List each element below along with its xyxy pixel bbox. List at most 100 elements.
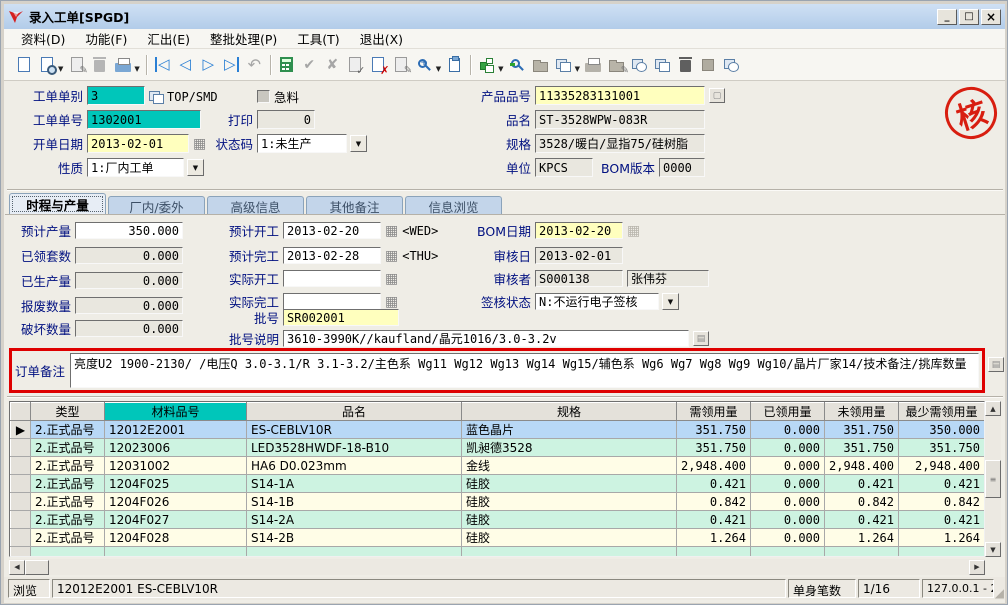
horizontal-scrollbar[interactable]: ◀ ▶ (9, 559, 985, 575)
calculator-icon[interactable] (275, 53, 298, 77)
table-cell[interactable]: 0.000 (751, 493, 825, 511)
planned-qty-input[interactable]: 350.000 (75, 222, 183, 239)
column-header[interactable]: 需领用量 (677, 403, 751, 421)
table-row[interactable] (11, 547, 985, 558)
table-cell[interactable]: 1.264 (825, 529, 899, 547)
lot-desc-zoom-icon[interactable]: ▤ (693, 331, 709, 346)
calendar-icon[interactable]: ▦ (385, 249, 398, 263)
nature-select[interactable]: 1:厂内工单 (87, 158, 184, 177)
row-selector[interactable] (11, 439, 31, 457)
table-cell[interactable]: 351.750 (677, 421, 751, 439)
planned-start-input[interactable]: 2013-02-20 (283, 222, 381, 239)
table-cell[interactable]: 2.正式品号 (31, 529, 105, 547)
table-row[interactable]: ▶2.正式品号12012E2001ES-CEBLV10R蓝色晶片351.7500… (11, 421, 985, 439)
table-cell[interactable]: 硅胶 (462, 511, 677, 529)
table-cell[interactable]: 12031002 (105, 457, 247, 475)
order-no-input[interactable]: 1302001 (87, 110, 201, 129)
paste-search-icon[interactable] (720, 53, 743, 77)
lot-desc-input[interactable]: 3610-3990K//kaufland/晶元1016/3.0-3.2v (283, 330, 689, 347)
table-cell[interactable]: 2.正式品号 (31, 475, 105, 493)
tab-3[interactable]: 其他备注 (306, 196, 403, 215)
table-cell[interactable] (825, 547, 899, 558)
maximize-icon[interactable]: □ (959, 9, 979, 25)
table-cell[interactable]: 蓝色晶片 (462, 421, 677, 439)
table-row[interactable]: 2.正式品号12031002HA6 D0.023mm金线2,948.4000.0… (11, 457, 985, 475)
column-header[interactable]: 类型 (31, 403, 105, 421)
product-no-input[interactable]: 11335283131001 (535, 86, 705, 105)
calendar-icon[interactable]: ▦ (193, 137, 206, 151)
menu-item-3[interactable]: 整批处理(P) (201, 27, 286, 50)
dropdown-caret-icon[interactable]: ▼ (436, 65, 441, 73)
resize-grip[interactable]: ◢ (995, 587, 1004, 599)
chevron-down-icon[interactable]: ▼ (662, 293, 679, 310)
table-row[interactable]: 2.正式品号12023006LED3528HWDF-18-B10凯昶德35283… (11, 439, 985, 457)
table-cell[interactable]: 0.421 (899, 511, 985, 529)
table-cell[interactable]: 金线 (462, 457, 677, 475)
row-selector[interactable] (11, 493, 31, 511)
dropdown-caret-icon[interactable]: ▼ (58, 65, 63, 73)
scroll-right-icon[interactable]: ▶ (969, 560, 985, 575)
order-note-input[interactable]: 亮度U2 1900-2130/ /电压Q 3.0-3.1/R 3.1-3.2/主… (70, 353, 979, 388)
table-cell[interactable]: 硅胶 (462, 475, 677, 493)
print-icon[interactable] (111, 53, 134, 77)
scroll-thumb[interactable]: ≡ (985, 460, 1001, 498)
dropdown-caret-icon[interactable]: ▼ (134, 65, 139, 73)
table-cell[interactable] (247, 547, 462, 558)
dropdown-caret-icon[interactable]: ▼ (498, 65, 503, 73)
table-cell[interactable]: 硅胶 (462, 493, 677, 511)
row-selector[interactable] (11, 547, 31, 558)
bom-date-input[interactable]: 2013-02-20 (535, 222, 623, 239)
table-cell[interactable]: 2.正式品号 (31, 457, 105, 475)
table-cell[interactable]: 351.750 (825, 421, 899, 439)
run-query-icon[interactable] (506, 53, 529, 77)
list-preview-icon[interactable] (552, 53, 575, 77)
table-cell[interactable]: 0.421 (825, 511, 899, 529)
row-selector[interactable] (11, 511, 31, 529)
table-cell[interactable] (751, 547, 825, 558)
first-record-icon[interactable]: ◁ (151, 53, 174, 77)
next-record-icon[interactable]: ▷ (197, 53, 220, 77)
table-cell[interactable]: 1204F025 (105, 475, 247, 493)
menu-item-4[interactable]: 工具(T) (288, 27, 348, 50)
table-cell[interactable] (31, 547, 105, 558)
column-header[interactable]: 未领用量 (825, 403, 899, 421)
table-cell[interactable]: 0.000 (751, 457, 825, 475)
table-cell[interactable]: 0.842 (825, 493, 899, 511)
table-cell[interactable]: 2.正式品号 (31, 421, 105, 439)
table-cell[interactable]: 1204F027 (105, 511, 247, 529)
note-zoom-icon[interactable]: ▤ (988, 357, 1004, 372)
table-cell[interactable]: 硅胶 (462, 529, 677, 547)
table-cell[interactable] (677, 547, 751, 558)
table-cell[interactable]: 1204F028 (105, 529, 247, 547)
table-cell[interactable] (462, 547, 677, 558)
table-cell[interactable]: S14-1A (247, 475, 462, 493)
table-cell[interactable]: 1.264 (899, 529, 985, 547)
calendar-icon[interactable]: ▦ (385, 224, 398, 238)
actual-start-input[interactable] (283, 270, 381, 287)
table-cell[interactable]: LED3528HWDF-18-B10 (247, 439, 462, 457)
table-cell[interactable] (105, 547, 247, 558)
table-cell[interactable]: 1204F026 (105, 493, 247, 511)
dropdown-caret-icon[interactable]: ▼ (575, 65, 580, 73)
open-date-input[interactable]: 2013-02-01 (87, 134, 189, 153)
status-code-select[interactable]: 1:未生产 (257, 134, 347, 153)
sign-status-select[interactable]: N:不运行电子签核 (535, 293, 659, 310)
table-cell[interactable]: 2.正式品号 (31, 493, 105, 511)
table-cell[interactable]: S14-2B (247, 529, 462, 547)
table-cell[interactable]: 2.正式品号 (31, 511, 105, 529)
column-header[interactable]: 最少需领用量 (899, 403, 985, 421)
table-cell[interactable]: 1.264 (677, 529, 751, 547)
copy-search-icon[interactable] (628, 53, 651, 77)
column-header[interactable]: 材料品号 (105, 403, 247, 421)
window-copy-icon[interactable] (149, 91, 163, 103)
table-cell[interactable]: 0.000 (751, 439, 825, 457)
table-cell[interactable]: 凯昶德3528 (462, 439, 677, 457)
tab-2[interactable]: 高级信息 (207, 196, 304, 215)
table-cell[interactable]: 2,948.400 (677, 457, 751, 475)
table-cell[interactable]: 12012E2001 (105, 421, 247, 439)
prev-record-icon[interactable]: ◁ (174, 53, 197, 77)
row-selector[interactable] (11, 475, 31, 493)
table-cell[interactable]: 0.421 (825, 475, 899, 493)
order-type-input[interactable]: 3 (87, 86, 145, 105)
last-record-icon[interactable]: ▷ (220, 53, 243, 77)
